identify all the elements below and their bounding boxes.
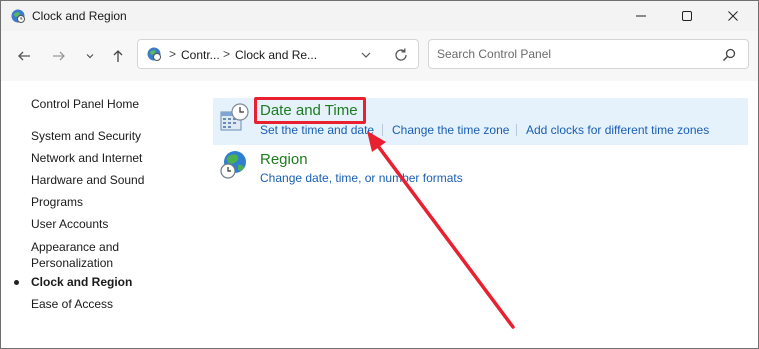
annotation-arrow: [367, 131, 515, 329]
control-panel-window: Clock and Region > Contr... > Clock and …: [0, 0, 759, 349]
